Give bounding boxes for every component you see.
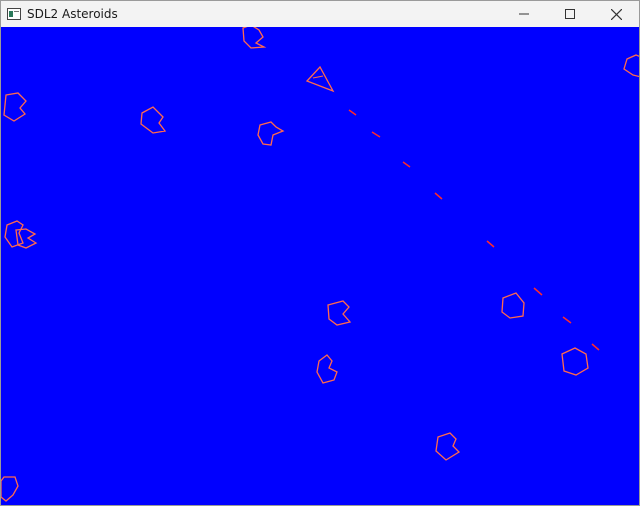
maximize-button[interactable] <box>547 1 593 27</box>
close-icon <box>610 8 622 20</box>
app-window: SDL2 Asteroids <box>0 0 640 506</box>
close-button[interactable] <box>593 1 639 27</box>
playfield-background <box>1 27 639 505</box>
window-controls <box>501 1 639 27</box>
window-app-icon <box>7 7 21 21</box>
minimize-icon <box>519 13 529 15</box>
window-title: SDL2 Asteroids <box>27 7 118 21</box>
title-bar[interactable]: SDL2 Asteroids <box>1 1 639 27</box>
minimize-button[interactable] <box>501 1 547 27</box>
game-canvas[interactable] <box>1 27 639 505</box>
maximize-icon <box>565 9 575 19</box>
